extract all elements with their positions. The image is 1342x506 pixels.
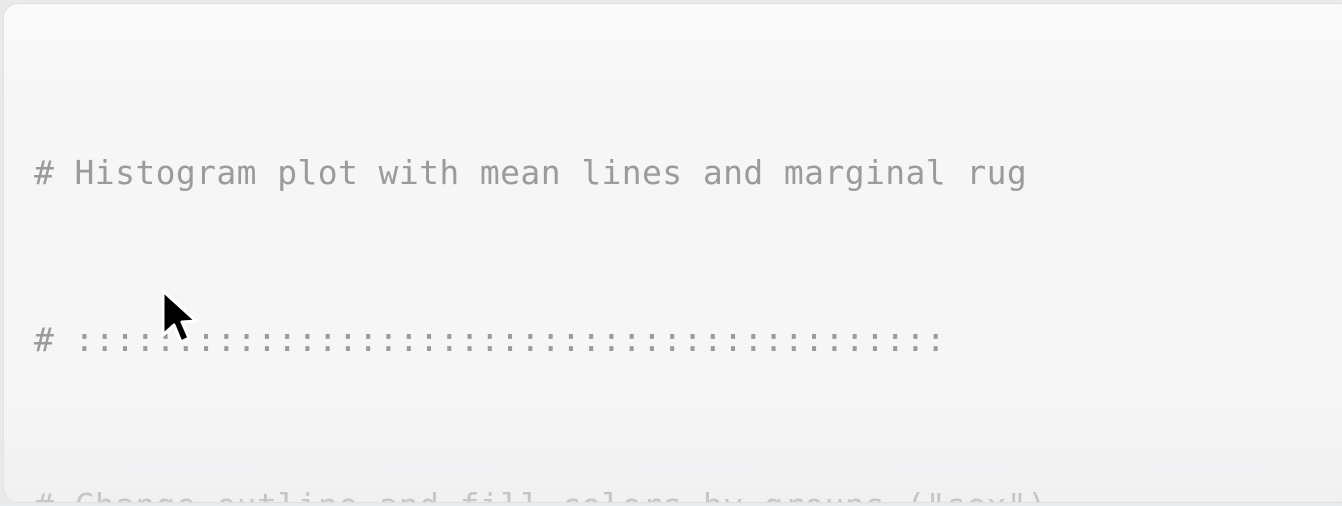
code-comment: # ::::::::::::::::::::::::::::::::::::::…: [34, 319, 947, 359]
code-line-3: # Change outline and fill colors by grou…: [34, 478, 1342, 502]
code-comment: # Change outline and fill colors by grou…: [34, 486, 1047, 502]
screenshot-stage: # Histogram plot with mean lines and mar…: [0, 0, 1342, 506]
code-line-1: # Histogram plot with mean lines and mar…: [34, 145, 1342, 201]
code-block-panel: # Histogram plot with mean lines and mar…: [4, 4, 1342, 502]
code-line-2: # ::::::::::::::::::::::::::::::::::::::…: [34, 312, 1342, 368]
code-listing[interactable]: # Histogram plot with mean lines and mar…: [34, 34, 1342, 502]
code-comment: # Histogram plot with mean lines and mar…: [34, 153, 1028, 192]
